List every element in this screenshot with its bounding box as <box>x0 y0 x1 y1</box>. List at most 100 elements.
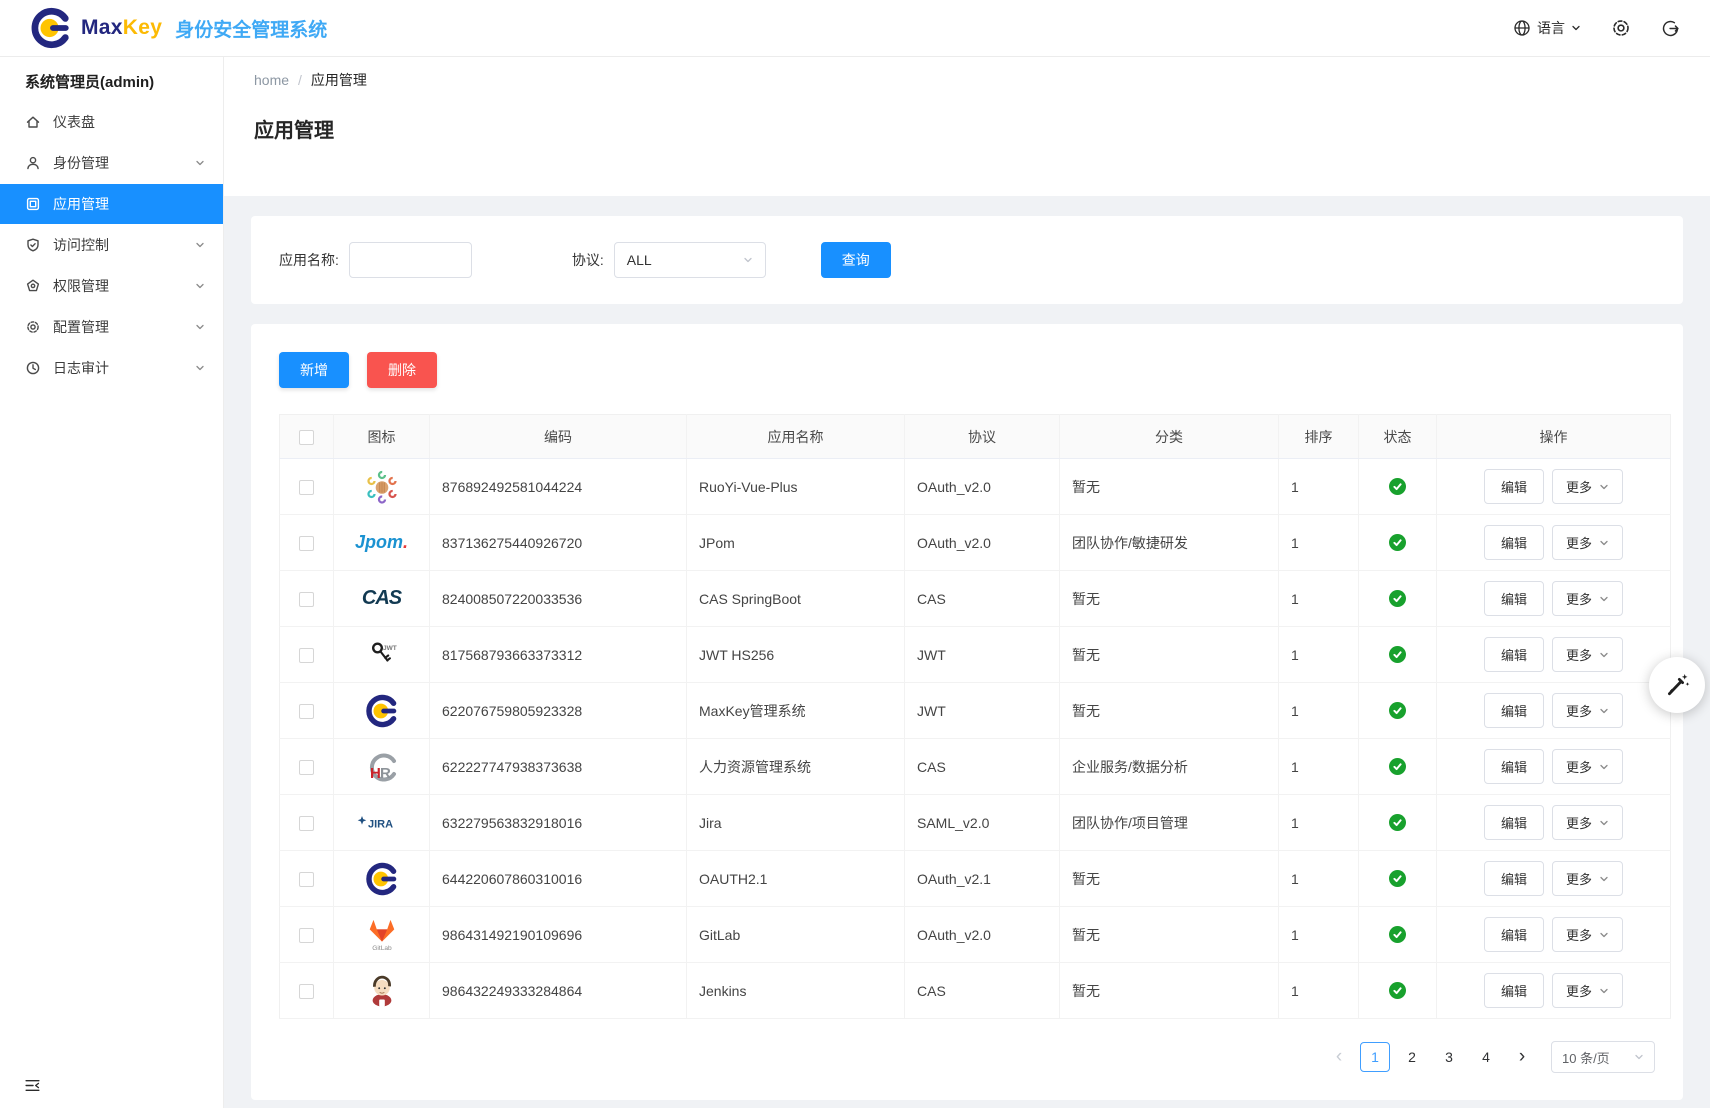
sidebar-item-audit[interactable]: 日志审计 <box>0 348 223 388</box>
app-icon-cell: Jpom. <box>334 515 430 571</box>
edit-button[interactable]: 编辑 <box>1484 581 1544 616</box>
edit-button[interactable]: 编辑 <box>1484 917 1544 952</box>
app-sort: 1 <box>1279 515 1359 571</box>
more-button[interactable]: 更多 <box>1552 693 1623 728</box>
row-checkbox[interactable] <box>299 704 314 719</box>
app-category: 暂无 <box>1060 459 1279 515</box>
more-button[interactable]: 更多 <box>1552 749 1623 784</box>
row-actions-cell: 编辑更多 <box>1437 795 1671 851</box>
app-name: RuoYi-Vue-Plus <box>687 459 905 515</box>
row-actions-cell: 编辑更多 <box>1437 683 1671 739</box>
row-actions-cell: 编辑更多 <box>1437 851 1671 907</box>
app-name: OAUTH2.1 <box>687 851 905 907</box>
app-protocol: OAuth_v2.0 <box>905 515 1060 571</box>
globe-icon <box>1513 19 1531 37</box>
edit-button[interactable]: 编辑 <box>1484 693 1544 728</box>
svg-text:JWT: JWT <box>383 645 397 652</box>
sidebar-item-identity[interactable]: 身份管理 <box>0 143 223 183</box>
chevron-down-icon <box>195 158 205 168</box>
pagination-page-4[interactable]: 4 <box>1471 1042 1501 1072</box>
page-header: home / 应用管理 应用管理 <box>224 57 1710 196</box>
user-icon <box>25 155 41 171</box>
jira-app-logo: JIRA <box>334 795 429 850</box>
status-active-icon <box>1389 814 1406 831</box>
row-checkbox[interactable] <box>299 648 314 663</box>
more-button[interactable]: 更多 <box>1552 525 1623 560</box>
app-sort: 1 <box>1279 907 1359 963</box>
page-size-select[interactable]: 10 条/页 <box>1551 1041 1655 1073</box>
language-menu[interactable]: 语言 <box>1513 18 1581 38</box>
edit-button[interactable]: 编辑 <box>1484 749 1544 784</box>
settings-button[interactable] <box>1611 18 1631 38</box>
pagination-page-2[interactable]: 2 <box>1397 1042 1427 1072</box>
delete-button[interactable]: 删除 <box>367 352 437 388</box>
row-checkbox[interactable] <box>299 816 314 831</box>
maxkey-app-logo <box>334 683 429 738</box>
row-select-cell <box>280 515 334 571</box>
select-all-checkbox[interactable] <box>299 430 314 445</box>
row-select-cell <box>280 963 334 1019</box>
row-checkbox[interactable] <box>299 872 314 887</box>
app-name-input[interactable] <box>349 242 472 278</box>
edit-button[interactable]: 编辑 <box>1484 805 1544 840</box>
app-sort: 1 <box>1279 739 1359 795</box>
logout-button[interactable] <box>1661 19 1680 38</box>
more-button[interactable]: 更多 <box>1552 861 1623 896</box>
row-checkbox[interactable] <box>299 592 314 607</box>
content-area: 应用名称: 协议: ALL 查询 新增 删除 图标编码应用名称 <box>224 196 1710 1108</box>
chevron-down-icon <box>1634 1052 1644 1062</box>
pagination-page-1[interactable]: 1 <box>1360 1042 1390 1072</box>
status-active-icon <box>1389 478 1406 495</box>
pagination-prev-button[interactable]: ‹ <box>1325 1042 1353 1072</box>
main-content: home / 应用管理 应用管理 应用名称: 协议: ALL 查询 新增 删除 <box>224 57 1710 1108</box>
more-button[interactable]: 更多 <box>1552 973 1623 1008</box>
row-checkbox[interactable] <box>299 760 314 775</box>
assistant-floating-button[interactable] <box>1649 657 1705 713</box>
status-active-icon <box>1389 646 1406 663</box>
more-button[interactable]: 更多 <box>1552 805 1623 840</box>
app-category: 暂无 <box>1060 683 1279 739</box>
app-status-cell <box>1359 739 1437 795</box>
sidebar-item-access[interactable]: 访问控制 <box>0 225 223 265</box>
search-button[interactable]: 查询 <box>821 242 891 278</box>
edit-button[interactable]: 编辑 <box>1484 637 1544 672</box>
row-actions-cell: 编辑更多 <box>1437 739 1671 795</box>
app-code: 986431492190109696 <box>430 907 687 963</box>
app-header: MaxKey 身份安全管理系统 语言 <box>0 0 1710 57</box>
edit-button[interactable]: 编辑 <box>1484 973 1544 1008</box>
sidebar-collapse-button[interactable] <box>24 1077 41 1094</box>
edit-button[interactable]: 编辑 <box>1484 469 1544 504</box>
svg-text:JIRA: JIRA <box>368 818 393 830</box>
app-icon-cell <box>334 683 430 739</box>
sidebar-item-apps[interactable]: 应用管理 <box>0 184 223 224</box>
sidebar-item-dashboard[interactable]: 仪表盘 <box>0 102 223 142</box>
edit-button[interactable]: 编辑 <box>1484 861 1544 896</box>
clock-icon <box>25 360 41 376</box>
more-button[interactable]: 更多 <box>1552 581 1623 616</box>
more-button[interactable]: 更多 <box>1552 469 1623 504</box>
add-button[interactable]: 新增 <box>279 352 349 388</box>
row-checkbox[interactable] <box>299 480 314 495</box>
more-button[interactable]: 更多 <box>1552 917 1623 952</box>
row-checkbox[interactable] <box>299 536 314 551</box>
more-button[interactable]: 更多 <box>1552 637 1623 672</box>
sidebar-item-config[interactable]: 配置管理 <box>0 307 223 347</box>
chevron-down-icon <box>1599 594 1609 604</box>
row-actions-cell: 编辑更多 <box>1437 627 1671 683</box>
sidebar-item-permission[interactable]: 权限管理 <box>0 266 223 306</box>
table-row: JWT 817568793663373312JWT HS256JWT暂无1编辑更… <box>280 627 1671 683</box>
pagination-next-button[interactable]: › <box>1508 1042 1536 1072</box>
breadcrumb-home[interactable]: home <box>254 72 289 88</box>
app-protocol: CAS <box>905 963 1060 1019</box>
app-category: 暂无 <box>1060 907 1279 963</box>
shield-icon <box>25 237 41 253</box>
brand-subtitle: 身份安全管理系统 <box>175 15 327 42</box>
select-all-header <box>280 415 334 459</box>
edit-button[interactable]: 编辑 <box>1484 525 1544 560</box>
chevron-down-icon <box>1599 538 1609 548</box>
row-checkbox[interactable] <box>299 928 314 943</box>
pagination-page-3[interactable]: 3 <box>1434 1042 1464 1072</box>
row-checkbox[interactable] <box>299 984 314 999</box>
app-sort: 1 <box>1279 459 1359 515</box>
protocol-select[interactable]: ALL <box>614 242 766 278</box>
